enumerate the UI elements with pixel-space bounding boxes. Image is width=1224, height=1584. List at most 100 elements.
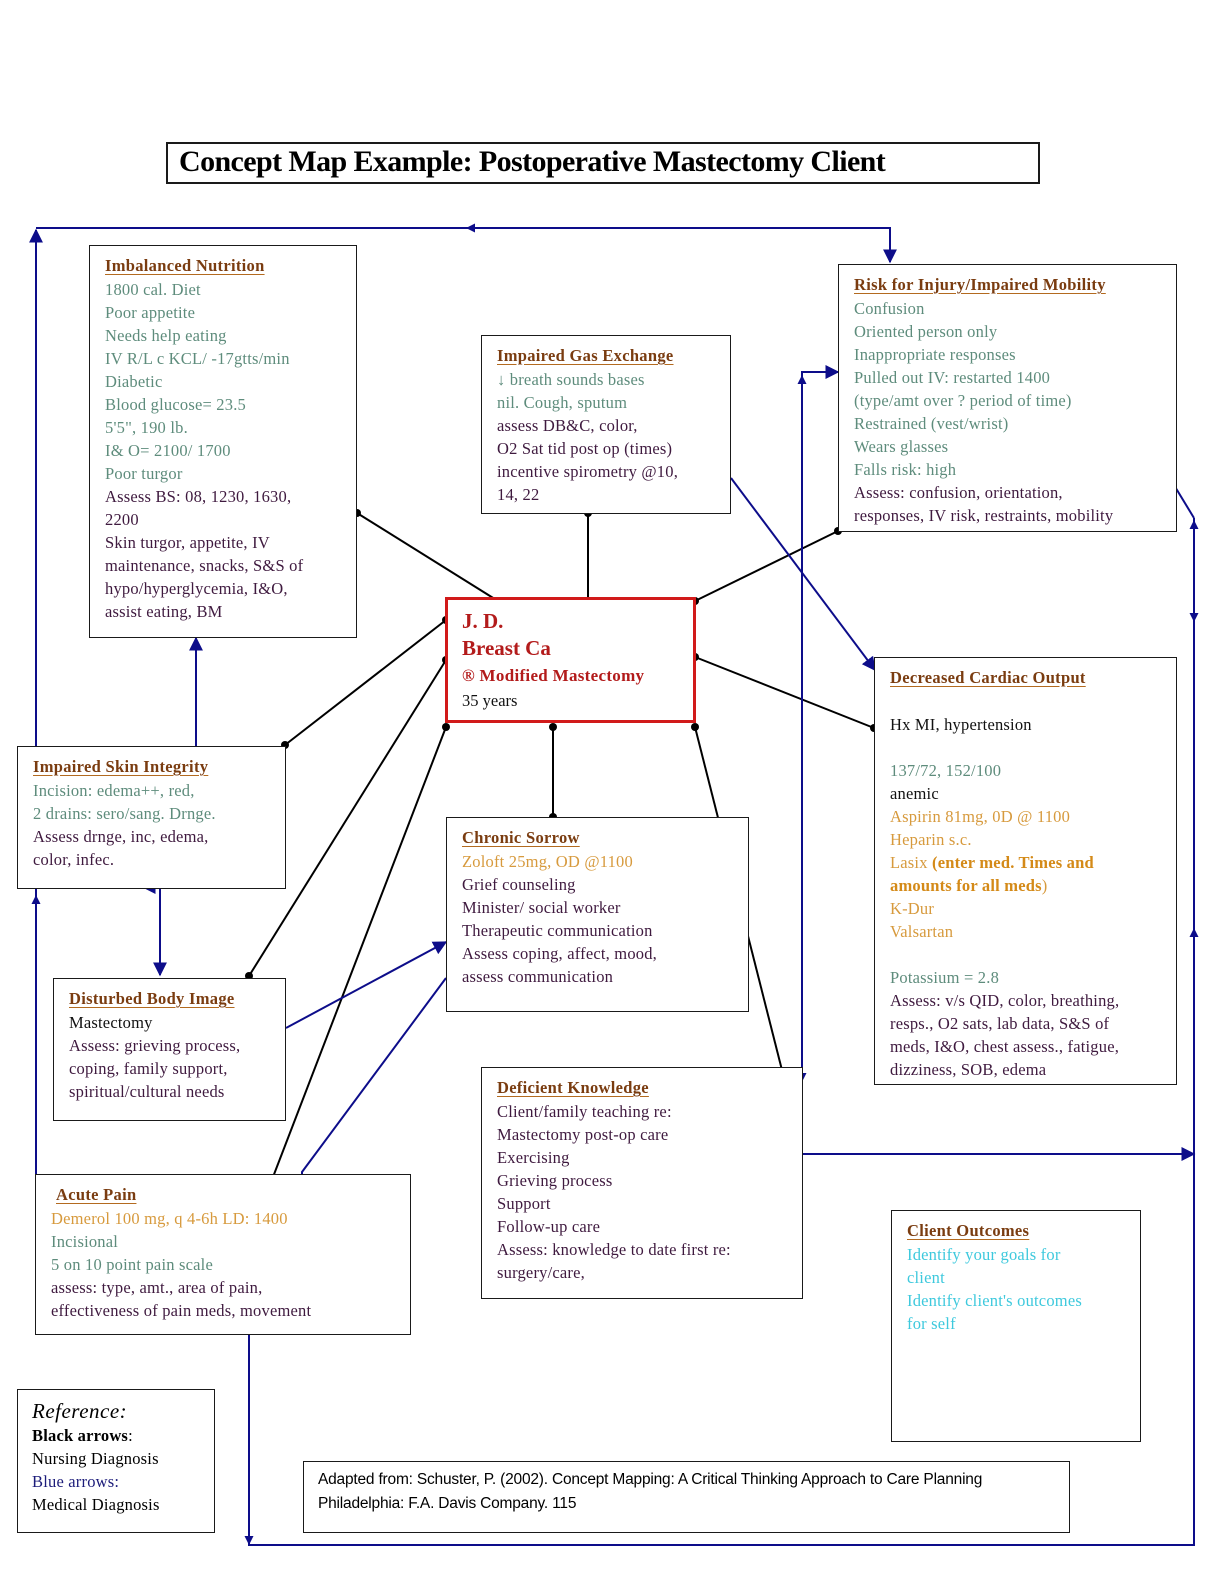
legend-blue-meaning: Medical Diagnosis xyxy=(32,1495,160,1514)
node-disturbed-body-image: Disturbed Body Image Mastectomy Assess: g… xyxy=(53,978,286,1121)
connector-knowledge-risk-injury xyxy=(801,365,840,1082)
node-chronic-sorrow: Chronic Sorrow Zoloft 25mg, OD @1100 Grie… xyxy=(446,817,749,1012)
node-line: Assess drnge, inc, edema, xyxy=(33,827,209,846)
node-deficient-knowledge: Deficient Knowledge Client/family teachi… xyxy=(481,1067,803,1299)
node-body: Incision: edema++, red, 2 drains: sero/sa… xyxy=(33,779,271,871)
node-body: 1800 cal. Diet Poor appetite Needs help ea… xyxy=(105,278,342,623)
node-line: Wears glasses xyxy=(854,437,949,456)
node-body: Zoloft 25mg, OD @1100 Grief counseling Min… xyxy=(462,850,734,988)
node-line: nil. Cough, sputum xyxy=(497,393,628,412)
legend-black-meaning: Nursing Diagnosis xyxy=(32,1449,159,1468)
node-line: 2 drains: sero/sang. Drnge. xyxy=(33,804,216,823)
right-rail-arrow-up-icon xyxy=(1189,520,1199,529)
node-line: Poor appetite xyxy=(105,303,196,322)
node-title: Disturbed Body Image xyxy=(69,989,235,1008)
node-line: Zoloft 25mg, OD @1100 xyxy=(462,852,633,871)
node-line: Exercising xyxy=(497,1148,570,1167)
node-line: ↓ breath sounds bases xyxy=(497,370,645,389)
node-line: Assess: v/s QID, color, breathing, xyxy=(890,991,1120,1010)
node-line: for self xyxy=(907,1314,956,1333)
node-line: surgery/care, xyxy=(497,1263,585,1282)
node-decreased-cardiac-output: Decreased Cardiac Output Hx MI, hyperten… xyxy=(874,657,1177,1085)
node-line: Mastectomy xyxy=(69,1013,153,1032)
node-title: Decreased Cardiac Output xyxy=(890,668,1086,687)
citation-line-2: Philadelphia: F.A. Davis Company. 115 xyxy=(318,1495,577,1512)
node-line: Assess: confusion, orientation, xyxy=(854,483,1063,502)
node-line: Follow-up care xyxy=(497,1217,601,1236)
node-title: Impaired Gas Exchange xyxy=(497,346,674,365)
node-line: Identify your goals for xyxy=(907,1245,1061,1264)
client-diagnosis: Breast Ca xyxy=(462,636,551,660)
node-line: Support xyxy=(497,1194,551,1213)
node-title: Chronic Sorrow xyxy=(462,828,580,847)
node-line: Grieving process xyxy=(497,1171,613,1190)
node-imbalanced-nutrition: Imbalanced Nutrition 1800 cal. Diet Poor … xyxy=(89,245,357,638)
node-line: 137/72, 152/100 xyxy=(890,761,1002,780)
node-line: effectiveness of pain meds, movement xyxy=(51,1301,312,1320)
node-line: coping, family support, xyxy=(69,1059,228,1078)
node-line: Assess coping, affect, mood, xyxy=(462,944,658,963)
node-line: IV R/L c KCL/ -17gtts/min xyxy=(105,349,290,368)
node-line: K-Dur xyxy=(890,899,935,918)
node-line: Heparin s.c. xyxy=(890,830,972,849)
node-line: Incisional xyxy=(51,1232,119,1251)
right-rail-arrow-mid-icon xyxy=(1189,928,1199,937)
node-line: Identify client's outcomes xyxy=(907,1291,1082,1310)
node-line: meds, I&O, chest assess., fatigue, xyxy=(890,1037,1120,1056)
node-client-outcomes: Client Outcomes Identify your goals for c… xyxy=(891,1210,1141,1442)
node-title: Client Outcomes xyxy=(907,1221,1030,1240)
node-line: Aspirin 81mg, 0D @ 1100 xyxy=(890,807,1071,826)
node-line: Lasix (enter med. Times and xyxy=(890,853,1094,872)
node-line: dizziness, SOB, edema xyxy=(890,1060,1047,1079)
node-line: Therapeutic communication xyxy=(462,921,653,940)
connector-center-knowledge-dot-start xyxy=(691,723,699,731)
node-line: assess: type, amt., area of pain, xyxy=(51,1278,263,1297)
node-line xyxy=(890,690,1162,713)
citation-line-1: Adapted from: Schuster, P. (2002). Conce… xyxy=(318,1471,983,1488)
node-line: Hx MI, hypertension xyxy=(890,715,1032,734)
page-title-box: Concept Map Example: Postoperative Maste… xyxy=(166,142,1040,184)
node-line: Minister/ social worker xyxy=(462,898,621,917)
node-line: 5 on 10 point pain scale xyxy=(51,1255,213,1274)
legend-black-colon: : xyxy=(128,1426,133,1445)
knowledge-risk-arrow-icon xyxy=(797,375,807,384)
connector-center-chronic-sorrow-dot-start xyxy=(549,723,557,731)
node-line: incentive spirometry @10, xyxy=(497,462,679,481)
node-line: responses, IV risk, restraints, mobility xyxy=(854,506,1114,525)
node-line: resps., O2 sats, lab data, S&S of xyxy=(890,1014,1110,1033)
node-title: Deficient Knowledge xyxy=(497,1078,649,1097)
connector-center-acute-pain-dot-start xyxy=(442,723,450,731)
node-body: Mastectomy Assess: grieving process, copin… xyxy=(69,1011,271,1103)
node-line: Poor turgor xyxy=(105,464,183,483)
node-line: I& O= 2100/ 1700 xyxy=(105,441,231,460)
connector-center-risk-injury xyxy=(694,530,839,602)
client-procedure: ® Modified Mastectomy xyxy=(462,666,645,685)
connector-center-acute-pain xyxy=(267,726,447,1191)
right-rail-arrow-down-icon xyxy=(1189,613,1199,622)
client-age: 35 years xyxy=(462,691,518,710)
node-body: Confusion Oriented person only Inappropria… xyxy=(854,297,1162,527)
node-line: spiritual/cultural needs xyxy=(69,1082,225,1101)
node-line: color, infec. xyxy=(33,850,115,869)
node-line: (type/amt over ? period of time) xyxy=(854,391,1072,410)
node-impaired-skin-integrity: Impaired Skin Integrity Incision: edema+… xyxy=(17,746,286,889)
node-line: Pulled out IV: restarted 1400 xyxy=(854,368,1051,387)
node-line: 5'5", 190 lb. xyxy=(105,418,188,437)
node-line: Assess BS: 08, 1230, 1630, xyxy=(105,487,292,506)
node-line: Mastectomy post-op care xyxy=(497,1125,669,1144)
node-line: amounts for all meds) xyxy=(890,876,1048,895)
node-title: Impaired Skin Integrity xyxy=(33,757,209,776)
node-line: Demerol 100 mg, q 4-6h LD: 1400 xyxy=(51,1209,288,1228)
client-name: J. D. xyxy=(462,609,504,633)
citation: Adapted from: Schuster, P. (2002). Conce… xyxy=(303,1461,1070,1533)
top-rail-arrow-icon xyxy=(466,223,475,233)
node-body: Identify your goals for client Identify cl… xyxy=(907,1243,1126,1335)
node-line: Needs help eating xyxy=(105,326,227,345)
node-body: Client/family teaching re: Mastectomy pos… xyxy=(497,1100,788,1284)
node-line: Valsartan xyxy=(890,922,954,941)
node-line: Grief counseling xyxy=(462,875,576,894)
connector-center-nutrition xyxy=(356,512,499,602)
node-line: Blood glucose= 23.5 xyxy=(105,395,246,414)
legend-title: Reference: xyxy=(32,1399,128,1423)
left-rail-arrow-icon xyxy=(31,895,41,904)
